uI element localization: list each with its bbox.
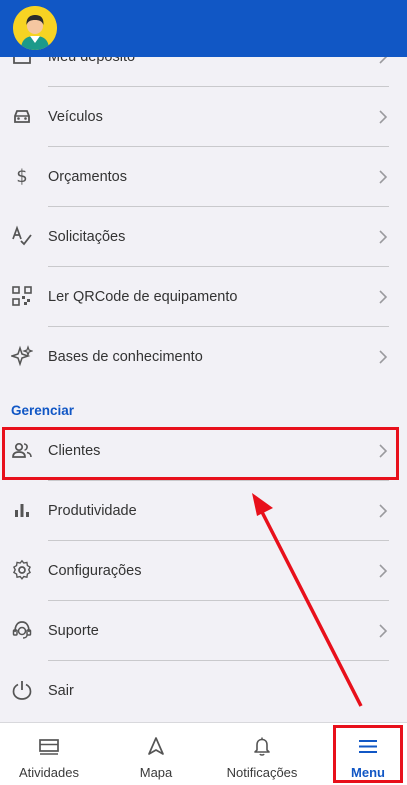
menu-item-ler-qrcode[interactable]: Ler QRCode de equipamento (0, 267, 402, 327)
tab-label: Mapa (139, 765, 173, 780)
menu-item-suporte[interactable]: Suporte (0, 601, 402, 661)
chevron-right-icon (379, 564, 388, 578)
tab-label: Notificações (226, 765, 298, 780)
menu-item-produtividade[interactable]: Produtividade (0, 481, 402, 541)
menu-item-label: Ler QRCode de equipamento (48, 289, 238, 305)
bell-icon (250, 736, 274, 756)
menu-item-label: Configurações (48, 563, 142, 579)
svg-text:$: $ (16, 166, 27, 187)
menu-item-label: Sair (48, 683, 74, 699)
menu-item-label: Produtividade (48, 503, 137, 519)
gear-icon (11, 559, 33, 581)
menu-item-sair[interactable]: Sair (0, 661, 402, 721)
menu-item-bases-conhecimento[interactable]: Bases de conhecimento (0, 327, 402, 387)
spellcheck-icon (11, 225, 33, 247)
menu-item-label: Meu depósito (48, 57, 136, 65)
chevron-right-icon (379, 170, 388, 184)
menu-item-label: Veículos (48, 109, 103, 125)
tab-notificacoes[interactable]: Notificações (214, 723, 310, 785)
menu-item-solicitacoes[interactable]: Solicitações (0, 207, 402, 267)
highlight-box-menu-tab (333, 725, 403, 783)
chevron-right-icon (379, 110, 388, 124)
warehouse-icon (11, 57, 33, 67)
menu-item-label: Bases de conhecimento (48, 349, 203, 365)
navigation-arrow-icon (144, 736, 168, 756)
chevron-right-icon (379, 350, 388, 364)
menu-item-veiculos[interactable]: Veículos (0, 87, 402, 147)
activities-icon (37, 736, 61, 756)
chevron-right-icon (379, 624, 388, 638)
menu-content: Meu depósito Veículos $ Orçamentos Solic… (0, 57, 407, 722)
avatar-person-icon (13, 6, 57, 50)
menu-item-orcamentos[interactable]: $ Orçamentos (0, 147, 402, 207)
menu-item-meu-deposito[interactable]: Meu depósito (0, 57, 402, 87)
bar-chart-icon (11, 499, 33, 521)
app-header (0, 0, 407, 57)
menu-item-configuracoes[interactable]: Configurações (0, 541, 402, 601)
chevron-right-icon (379, 230, 388, 244)
tab-atividades[interactable]: Atividades (0, 723, 98, 785)
chevron-right-icon (379, 290, 388, 304)
menu-item-label: Solicitações (48, 229, 126, 245)
tab-mapa[interactable]: Mapa (108, 723, 204, 785)
sparkles-icon (11, 345, 33, 367)
chevron-right-icon (379, 504, 388, 518)
tab-label: Atividades (19, 765, 79, 780)
support-agent-icon (11, 619, 33, 641)
car-icon (11, 105, 33, 127)
menu-item-label: Suporte (48, 623, 99, 639)
highlight-box-clientes (2, 427, 399, 480)
power-icon (11, 679, 33, 701)
chevron-right-icon (379, 57, 388, 64)
menu-item-label: Orçamentos (48, 169, 127, 185)
section-title-gerenciar: Gerenciar (11, 403, 75, 418)
user-avatar[interactable] (13, 6, 57, 50)
qrcode-icon (11, 285, 33, 307)
dollar-icon: $ (11, 165, 33, 187)
